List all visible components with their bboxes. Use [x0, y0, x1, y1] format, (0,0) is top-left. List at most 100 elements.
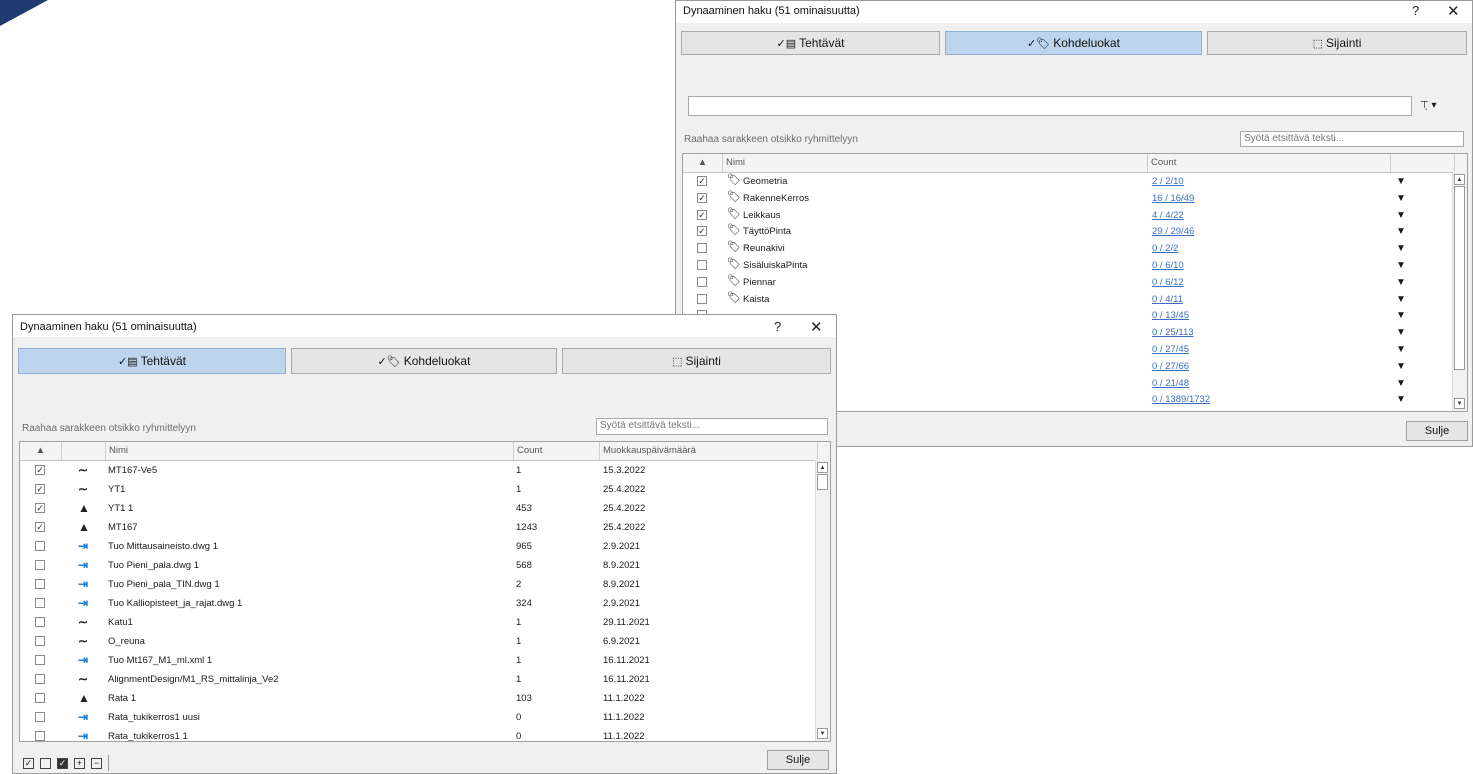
- row-checkbox[interactable]: [35, 636, 45, 646]
- count-link[interactable]: 0 / 1389/1732: [1152, 391, 1210, 408]
- filter-icon[interactable]: ▼: [1396, 324, 1406, 341]
- help-button[interactable]: ?: [774, 319, 781, 334]
- expand-all-icon[interactable]: +: [74, 757, 85, 769]
- row-checkbox[interactable]: ✓: [35, 522, 45, 532]
- column-header-nimi[interactable]: Nimi: [106, 442, 514, 460]
- close-button[interactable]: Sulje: [767, 750, 829, 770]
- table-row[interactable]: ⇥ Rata_tukikerros1 1 0 11.1.2022: [20, 727, 818, 741]
- scroll-up-button[interactable]: ▲: [817, 462, 828, 473]
- check-all-icon[interactable]: ✓: [23, 757, 34, 769]
- table-row[interactable]: ▲ Rata 1 103 11.1.2022: [20, 689, 818, 708]
- column-header-icon[interactable]: [62, 442, 106, 460]
- table-row[interactable]: ⇥ Tuo Mittausaineisto.dwg 1 965 2.9.2021: [20, 537, 818, 556]
- row-checkbox[interactable]: [35, 674, 45, 684]
- collapse-all-icon[interactable]: −: [91, 757, 102, 769]
- count-link[interactable]: 0 / 13/45: [1152, 307, 1189, 324]
- table-row[interactable]: ✓ 🏷 TäyttöPinta 29 / 29/46 ▼: [683, 223, 1455, 240]
- table-row[interactable]: ⇥ Tuo Kalliopisteet_ja_rajat.dwg 1 324 2.9.…: [20, 594, 818, 613]
- filter-icon[interactable]: ▼: [1396, 391, 1406, 408]
- column-header-filter[interactable]: [1391, 154, 1455, 172]
- column-header-muokkauspaivamaara[interactable]: Muokkauspäivämäärä: [600, 442, 818, 460]
- filter-icon[interactable]: ▼: [1396, 173, 1406, 190]
- count-link[interactable]: 0 / 2/2: [1152, 240, 1178, 257]
- table-row[interactable]: ✓ ▲ YT1 1 453 25.4.2022: [20, 499, 818, 518]
- row-checkbox[interactable]: ✓: [35, 503, 45, 513]
- scrollbar[interactable]: ▲ ▼: [1452, 172, 1467, 411]
- search-input[interactable]: Syötä etsittävä teksti...: [596, 418, 828, 435]
- close-button[interactable]: Sulje: [1406, 421, 1468, 441]
- tab-tehtavat[interactable]: ✓▤ Tehtävät: [18, 348, 286, 374]
- tab-sijainti[interactable]: ⬚ Sijainti: [562, 348, 831, 374]
- table-row[interactable]: ∼ AlignmentDesign/M1_RS_mittalinja_Ve2 1 16…: [20, 670, 818, 689]
- scrollbar-thumb[interactable]: [1454, 186, 1465, 370]
- row-checkbox[interactable]: [35, 693, 45, 703]
- table-row[interactable]: 🏷 Reunakivi 0 / 2/2 ▼: [683, 240, 1455, 257]
- table-row[interactable]: ✓ 🏷 Leikkaus 4 / 4/22 ▼: [683, 207, 1455, 224]
- row-checkbox[interactable]: [697, 293, 707, 304]
- filter-input[interactable]: [688, 96, 1412, 116]
- count-link[interactable]: 0 / 21/48: [1152, 375, 1189, 392]
- count-link[interactable]: 16 / 16/49: [1152, 190, 1194, 207]
- table-row[interactable]: ⇥ Tuo Mt167_M1_ml.xml 1 1 16.11.2021: [20, 651, 818, 670]
- table-row[interactable]: ✓ ▲ MT167 1243 25.4.2022: [20, 518, 818, 537]
- count-link[interactable]: 4 / 4/22: [1152, 207, 1184, 224]
- tab-kohdeluokat[interactable]: ✓🏷 Kohdeluokat: [291, 348, 557, 374]
- table-row[interactable]: ✓ ∼ MT167-Ve5 1 15.3.2022: [20, 461, 818, 480]
- help-button[interactable]: ?: [1412, 3, 1419, 18]
- search-input[interactable]: Syötä etsittävä teksti...: [1240, 131, 1464, 147]
- count-link[interactable]: 0 / 4/11: [1152, 291, 1183, 308]
- tab-kohdeluokat[interactable]: ✓🏷 Kohdeluokat: [945, 31, 1202, 55]
- row-checkbox[interactable]: [697, 260, 707, 270]
- row-checkbox[interactable]: ✓: [697, 176, 707, 186]
- filter-icon[interactable]: ▼: [1396, 291, 1406, 308]
- count-link[interactable]: 0 / 6/12: [1152, 274, 1184, 291]
- row-checkbox[interactable]: [35, 731, 45, 741]
- table-row[interactable]: 🏷 Kaista 0 / 4/11 ▼: [683, 291, 1455, 308]
- count-link[interactable]: 0 / 25/113: [1152, 324, 1194, 341]
- row-checkbox[interactable]: [697, 243, 707, 254]
- filter-icon[interactable]: ▼: [1396, 358, 1406, 375]
- table-row[interactable]: ⇥ Rata_tukikerros1 uusi 0 11.1.2022: [20, 708, 818, 727]
- table-row[interactable]: 🏷 SisäluiskaPinta 0 / 6/10 ▼: [683, 257, 1455, 274]
- filter-icon[interactable]: ▼: [1396, 223, 1406, 240]
- filter-icon[interactable]: ▼: [1396, 240, 1406, 257]
- table-row[interactable]: ✓ 🏷 Geometria 2 / 2/10 ▼: [683, 173, 1455, 190]
- filter-dropdown-icon[interactable]: ⊤̣ ▾: [1420, 100, 1437, 111]
- table-row[interactable]: ∼ Katu1 1 29.11.2021: [20, 613, 818, 632]
- count-link[interactable]: 0 / 27/45: [1152, 341, 1189, 358]
- table-row[interactable]: 🏷 Piennar 0 / 6/12 ▼: [683, 274, 1455, 291]
- tab-tehtavat[interactable]: ✓▤ Tehtävät: [681, 31, 940, 55]
- row-checkbox[interactable]: [35, 579, 45, 589]
- filter-icon[interactable]: ▼: [1396, 375, 1406, 392]
- row-checkbox[interactable]: [35, 541, 45, 551]
- filter-icon[interactable]: ▼: [1396, 307, 1406, 324]
- row-checkbox[interactable]: [35, 560, 45, 570]
- tab-sijainti[interactable]: ⬚ Sijainti: [1207, 31, 1467, 55]
- row-checkbox[interactable]: ✓: [697, 209, 707, 220]
- sort-column-header[interactable]: ▲: [683, 154, 723, 172]
- column-header-count[interactable]: Count: [514, 442, 600, 460]
- table-row[interactable]: ⇥ Tuo Pieni_pala_TIN.dwg 1 2 8.9.2021: [20, 575, 818, 594]
- uncheck-all-icon[interactable]: [40, 757, 51, 769]
- close-icon[interactable]: ✕: [810, 318, 823, 336]
- table-row[interactable]: ✓ 🏷 RakenneKerros 16 / 16/49 ▼: [683, 190, 1455, 207]
- row-checkbox[interactable]: [697, 276, 707, 287]
- count-link[interactable]: 2 / 2/10: [1152, 173, 1184, 190]
- row-checkbox[interactable]: [35, 655, 45, 665]
- sort-column-header[interactable]: ▲: [20, 442, 62, 460]
- count-link[interactable]: 29 / 29/46: [1152, 223, 1194, 240]
- row-checkbox[interactable]: [35, 617, 45, 627]
- row-checkbox[interactable]: ✓: [697, 192, 707, 203]
- row-checkbox[interactable]: [35, 712, 45, 722]
- row-checkbox[interactable]: [35, 598, 45, 608]
- filter-icon[interactable]: ▼: [1396, 274, 1406, 291]
- column-header-count[interactable]: Count: [1148, 154, 1391, 172]
- invert-check-icon[interactable]: ✓: [57, 757, 68, 769]
- scroll-down-button[interactable]: ▼: [1454, 398, 1465, 409]
- row-checkbox[interactable]: ✓: [697, 226, 707, 237]
- row-checkbox[interactable]: ✓: [35, 465, 45, 475]
- table-row[interactable]: ⇥ Tuo Pieni_pala.dwg 1 568 8.9.2021: [20, 556, 818, 575]
- scroll-up-button[interactable]: ▲: [1454, 174, 1465, 185]
- filter-icon[interactable]: ▼: [1396, 341, 1406, 358]
- scrollbar[interactable]: ▲ ▼: [815, 460, 830, 741]
